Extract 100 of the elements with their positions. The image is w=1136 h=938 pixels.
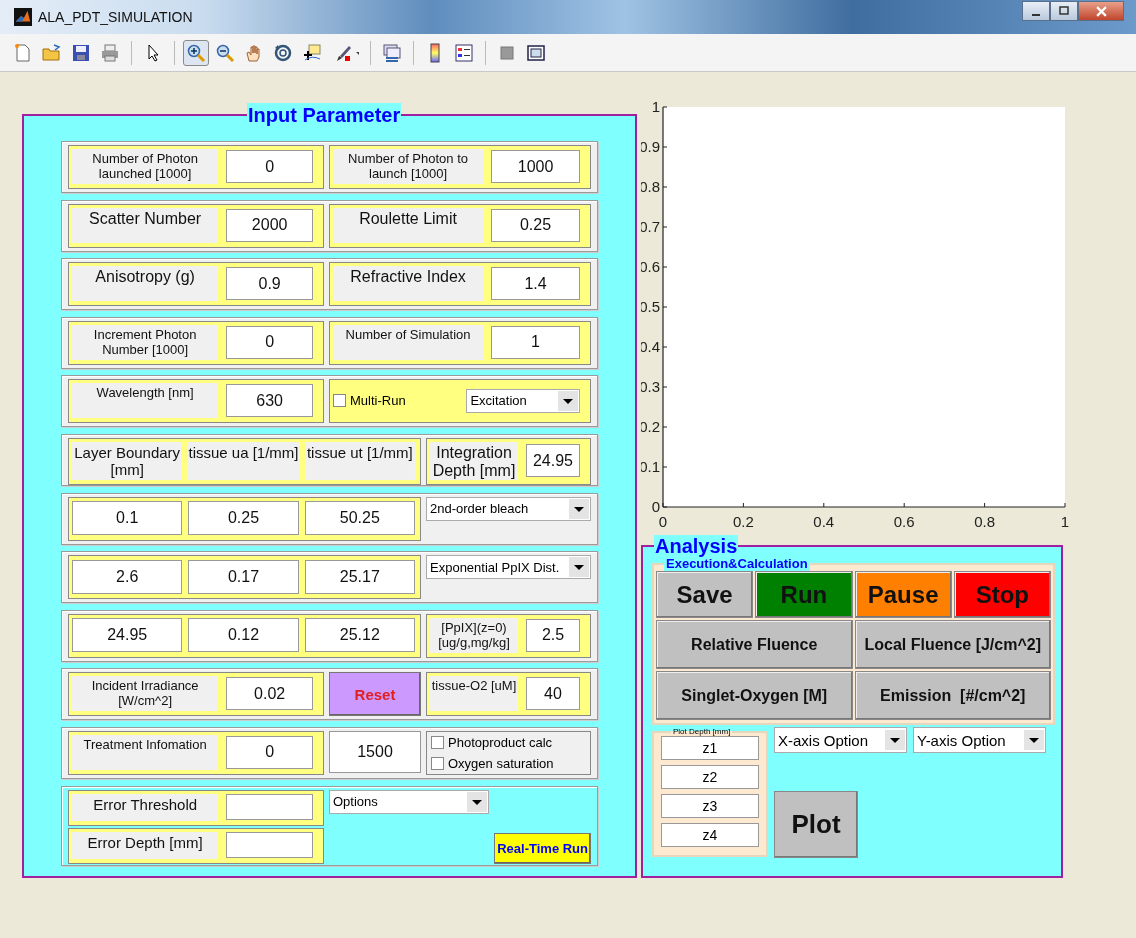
action-button[interactable]: Save — [656, 571, 754, 618]
field-label: Increment Photon Number [1000] — [72, 324, 219, 360]
input-field[interactable]: 0.9 — [226, 267, 313, 301]
input-field[interactable]: 24.95 — [72, 618, 183, 653]
input-field[interactable]: z1 — [661, 736, 759, 760]
checkbox-label: Multi-Run — [350, 393, 406, 409]
dropdown[interactable]: Excitation — [466, 388, 580, 413]
input-field[interactable]: 0 — [226, 735, 313, 769]
zoom-out-icon — [215, 42, 235, 63]
input-field[interactable]: 50.25 — [304, 501, 415, 536]
input-field[interactable] — [226, 832, 313, 859]
tick-label: 0.4 — [813, 513, 835, 530]
input-field[interactable]: 0.12 — [188, 618, 299, 653]
field-label: [PpIX](z=0) [ug/g,mg/kg] — [430, 617, 518, 653]
tick-label: 0 — [651, 498, 660, 515]
input-field[interactable]: 0 — [226, 150, 313, 183]
action-button[interactable]: Singlet-Oxygen [M] — [656, 671, 853, 720]
field-label: Treatment Infomation — [72, 734, 219, 770]
input-field[interactable]: 24.95 — [526, 444, 580, 478]
field-label: Refractive Index — [333, 266, 484, 302]
dropdown[interactable]: X-axis Option — [774, 727, 907, 753]
plot-button[interactable]: Plot — [774, 791, 858, 858]
legend-icon — [454, 42, 474, 63]
zoom-in-button[interactable] — [183, 39, 209, 66]
panel-title: Analysis — [654, 535, 739, 557]
panel-title: Plot Depth [mm] — [672, 727, 732, 736]
input-field[interactable]: 0.25 — [188, 501, 299, 536]
caret-icon — [885, 730, 905, 750]
input-field[interactable]: 630 — [226, 384, 313, 418]
field-label: Wavelength [nm] — [72, 383, 219, 419]
input-field[interactable]: 0.25 — [491, 208, 580, 242]
dropdown[interactable]: Exponential PpIX Dist. — [426, 555, 591, 580]
checkbox[interactable] — [333, 394, 346, 408]
input-field[interactable]: z2 — [661, 765, 759, 789]
tick-label: 0.6 — [893, 513, 915, 530]
input-field[interactable]: 2.6 — [72, 559, 183, 594]
panel-title: Input Parameter — [247, 103, 402, 127]
input-field[interactable]: 0.02 — [226, 677, 313, 711]
action-button[interactable]: Stop — [953, 571, 1051, 618]
input-field[interactable]: 2000 — [226, 208, 313, 242]
print-icon — [100, 42, 120, 63]
input-field[interactable]: z4 — [661, 823, 759, 847]
rotate-icon — [273, 42, 293, 63]
checkbox-label: Photoproduct calc — [448, 734, 553, 750]
tick-label: 0.2 — [732, 513, 754, 530]
field-label: Scatter Number — [72, 207, 219, 243]
panel-title: Execution&Calculation — [664, 557, 810, 571]
field-label: tissue ut [1/mm] — [304, 441, 415, 480]
input-field[interactable]: 25.12 — [304, 618, 415, 653]
input-field[interactable]: z3 — [661, 794, 759, 818]
zoom-in-icon — [186, 42, 206, 63]
input-field[interactable]: 1.4 — [491, 267, 580, 301]
dropdown[interactable]: Y-axis Option — [913, 727, 1046, 753]
input-field[interactable] — [226, 794, 313, 821]
field-label: Anisotropy (g) — [72, 266, 219, 302]
new-file-icon — [13, 42, 33, 63]
tick-label: 0.8 — [974, 513, 996, 530]
caret-icon — [558, 390, 578, 411]
field-label: tissue ua [1/mm] — [188, 441, 299, 480]
input-field[interactable]: 1000 — [491, 150, 580, 183]
input-field[interactable]: 2.5 — [526, 618, 580, 652]
action-button[interactable]: Run — [755, 571, 853, 618]
field-label: Integration Depth [mm] — [430, 441, 518, 480]
input-field[interactable]: 40 — [526, 677, 580, 711]
minimize-icon — [1032, 14, 1040, 16]
dropdown[interactable]: Options — [329, 789, 489, 814]
field-label: Error Depth [mm] — [72, 831, 219, 859]
input-field[interactable]: 25.17 — [304, 559, 415, 594]
window-title: ALA_PDT_SIMULATION — [38, 9, 193, 25]
window-icon — [526, 42, 546, 63]
input-field[interactable]: 0.17 — [188, 559, 299, 594]
caret-icon — [569, 557, 589, 578]
tick-label: 0 — [658, 513, 668, 530]
field-label: Incident Irradiance [W/cm^2] — [72, 676, 219, 712]
dropdown[interactable]: 2nd-order bleach — [426, 496, 591, 521]
caret-icon — [569, 498, 589, 519]
field-label: Number of Photon to launch [1000] — [333, 149, 484, 184]
action-button[interactable]: Relative Fluence — [656, 620, 853, 669]
open-folder-icon — [42, 42, 62, 63]
action-button[interactable]: Local Fluence [J/cm^2] — [854, 620, 1051, 669]
checkbox[interactable] — [431, 735, 444, 749]
field-label: Roulette Limit — [333, 207, 484, 243]
app-icon — [14, 8, 32, 26]
input-field[interactable]: 0.1 — [72, 501, 183, 536]
field-label: Number of Simulation — [333, 324, 484, 360]
input-field[interactable]: 1 — [491, 325, 580, 359]
minimize-button[interactable] — [1022, 1, 1050, 21]
checkbox[interactable] — [431, 756, 444, 770]
maximize-button[interactable] — [1050, 1, 1078, 21]
input-field[interactable]: 1500 — [329, 730, 421, 773]
field-label: tissue-O2 [uM] — [430, 676, 518, 712]
field-label: Layer Boundary [mm] — [72, 441, 183, 480]
close-button[interactable] — [1078, 1, 1124, 21]
action-button[interactable]: Emission [#/cm^2] — [854, 671, 1051, 720]
tick-label: 1 — [651, 98, 660, 115]
link-icon — [382, 42, 402, 63]
action-button[interactable]: Real-Time Run — [494, 832, 591, 864]
action-button[interactable]: Pause — [854, 571, 952, 618]
input-field[interactable]: 0 — [226, 325, 313, 359]
save-icon — [71, 42, 91, 63]
